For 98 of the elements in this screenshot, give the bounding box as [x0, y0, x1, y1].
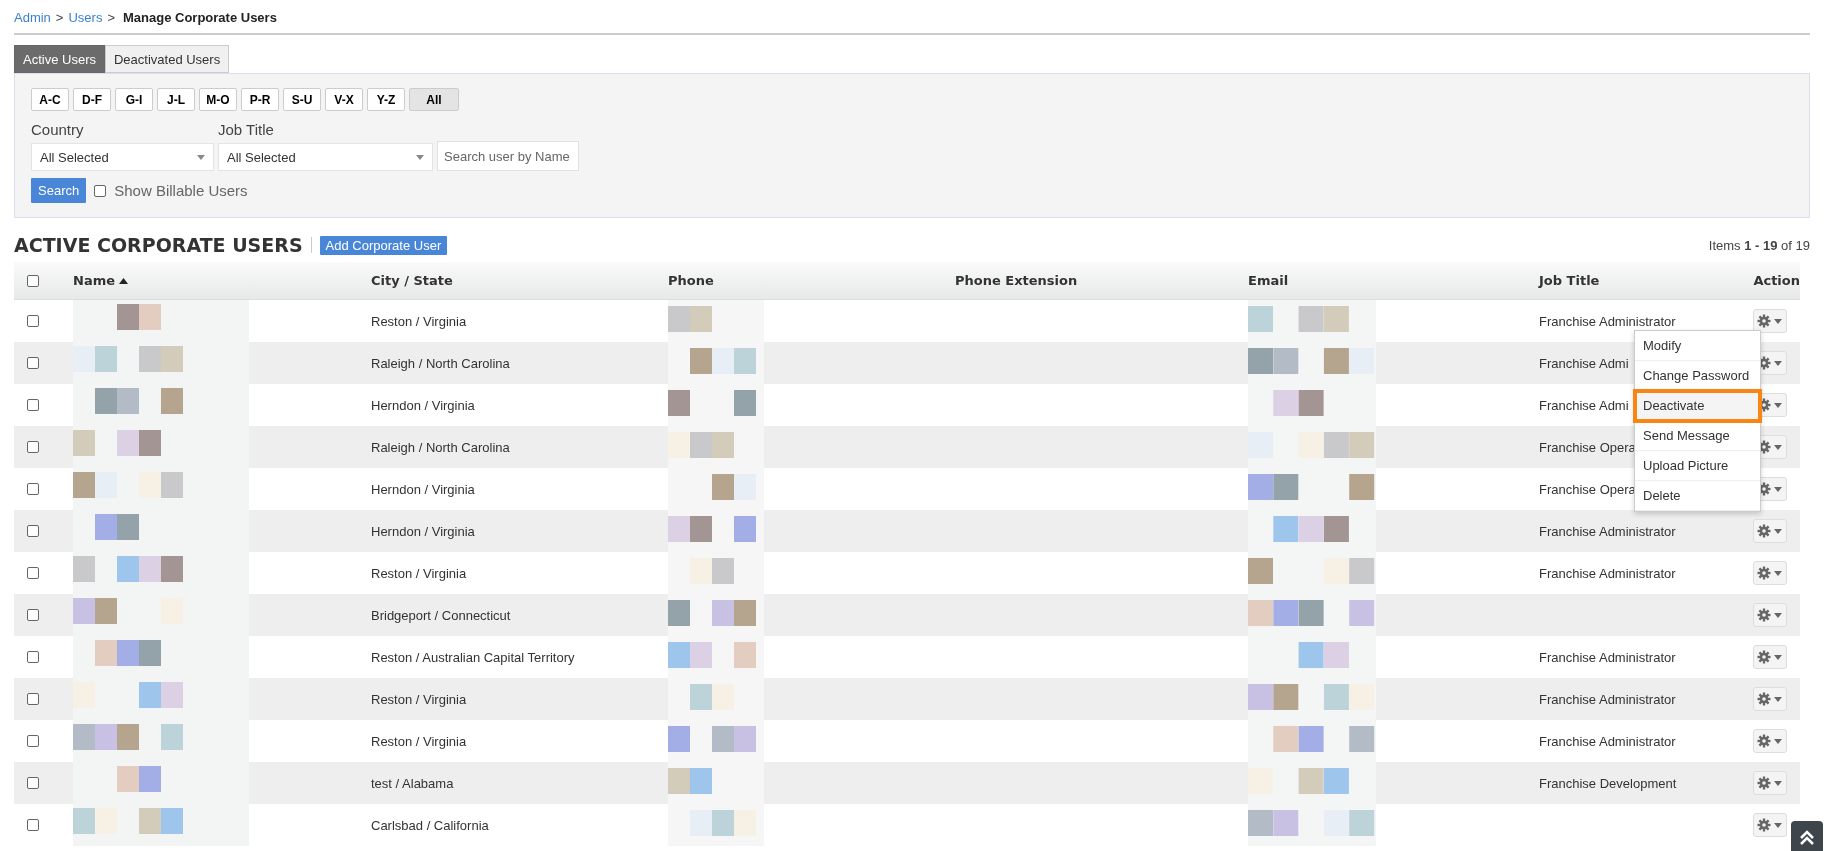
tab[interactable]: Deactivated Users	[104, 45, 230, 73]
section-title: ACTIVE CORPORATE USERS	[14, 234, 303, 256]
row-checkbox[interactable]	[27, 399, 39, 411]
breadcrumb-link[interactable]: Admin	[14, 10, 51, 25]
search-button[interactable]: Search	[31, 178, 87, 203]
menu-item[interactable]: Upload Picture	[1635, 451, 1760, 481]
double-chevron-up-icon	[1799, 830, 1815, 846]
city-state-cell: Reston / Virginia	[371, 313, 467, 329]
gear-icon	[1757, 818, 1783, 832]
row-checkbox[interactable]	[27, 651, 39, 663]
action-menu-button[interactable]	[1753, 309, 1787, 333]
column-header: Action	[1753, 273, 1800, 288]
job-title-cell: Franchise Administrator	[1539, 691, 1676, 707]
gear-icon	[1757, 734, 1783, 748]
row-checkbox[interactable]	[27, 441, 39, 453]
breadcrumb-link[interactable]: Users	[68, 10, 103, 25]
city-state-cell: test / Alabama	[371, 775, 454, 791]
action-menu-button[interactable]	[1753, 645, 1787, 669]
action-menu-button[interactable]	[1753, 519, 1787, 543]
add-user-button[interactable]: Add Corporate User	[319, 235, 448, 255]
menu-item[interactable]: Deactivate	[1635, 391, 1760, 421]
breadcrumb-separator: >	[107, 10, 115, 25]
breadcrumb-separator: >	[55, 10, 64, 25]
menu-item[interactable]: Delete	[1635, 481, 1760, 511]
column-header: Phone	[668, 273, 714, 288]
country-select[interactable]: All Selected	[31, 143, 214, 171]
menu-item[interactable]: Send Message	[1635, 421, 1760, 451]
job-title-cell: Franchise Admi	[1539, 397, 1629, 413]
row-checkbox[interactable]	[27, 693, 39, 705]
action-menu-button[interactable]	[1753, 687, 1787, 711]
job-title-cell: Franchise Administrator	[1539, 733, 1676, 749]
letter-filter-button[interactable]: D-F	[73, 88, 111, 111]
column-header: City / State	[371, 273, 453, 288]
job-title-label: Job Title	[218, 121, 275, 138]
job-title-cell: Franchise Admi	[1539, 355, 1629, 371]
row-checkbox[interactable]	[27, 777, 39, 789]
row-checkbox[interactable]	[27, 483, 39, 495]
gear-icon	[1757, 776, 1783, 790]
menu-item[interactable]: Modify	[1635, 331, 1760, 361]
scroll-to-top-button[interactable]	[1791, 821, 1823, 851]
gear-icon	[1757, 650, 1783, 664]
select-all-checkbox[interactable]	[27, 274, 39, 287]
action-menu-button[interactable]	[1753, 561, 1787, 585]
job-title-cell: Franchise Administrator	[1539, 565, 1676, 581]
action-menu-button[interactable]	[1753, 771, 1787, 795]
row-checkbox[interactable]	[27, 525, 39, 537]
action-menu-button[interactable]	[1753, 729, 1787, 753]
search-field[interactable]: Search user by Name	[437, 141, 579, 171]
city-state-cell: Reston / Virginia	[371, 733, 467, 749]
city-state-cell: Bridgeport / Connecticut	[371, 607, 511, 623]
caret-icon	[197, 154, 205, 160]
column-header[interactable]: Name	[73, 273, 115, 288]
city-state-cell: Raleigh / North Carolina	[371, 355, 510, 371]
city-state-cell: Herndon / Virginia	[371, 481, 475, 497]
action-menu-button[interactable]	[1753, 603, 1787, 627]
city-state-cell: Carlsbad / California	[371, 817, 489, 833]
city-state-cell: Herndon / Virginia	[371, 523, 475, 539]
country-label: Country	[31, 121, 85, 138]
letter-filter-button[interactable]: G-I	[115, 88, 153, 111]
items-count: Items 1 - 19 of 19	[1708, 237, 1810, 253]
letter-filter-button[interactable]: M-O	[199, 88, 237, 111]
job-title-cell: Franchise Development	[1539, 775, 1677, 791]
gear-icon	[1757, 314, 1783, 328]
city-state-cell: Reston / Virginia	[371, 565, 467, 581]
tab[interactable]: Active Users	[14, 45, 105, 73]
city-state-cell: Reston / Virginia	[371, 691, 467, 707]
letter-filter-button[interactable]: All	[409, 88, 459, 111]
column-header: Email	[1248, 273, 1289, 288]
city-state-cell: Herndon / Virginia	[371, 397, 475, 413]
job-title-select[interactable]: All Selected	[218, 143, 433, 171]
job-title-cell: Franchise Administrator	[1539, 523, 1676, 539]
column-header: Phone Extension	[955, 273, 1078, 288]
job-title-cell: Franchise Administrator	[1539, 649, 1676, 665]
city-state-cell: Raleigh / North Carolina	[371, 439, 510, 455]
gear-icon	[1757, 608, 1783, 622]
row-checkbox[interactable]	[27, 609, 39, 621]
city-state-cell: Reston / Australian Capital Territory	[371, 649, 575, 665]
action-menu-button[interactable]	[1753, 813, 1787, 837]
gear-icon	[1757, 566, 1783, 580]
column-header: Job Title	[1539, 273, 1600, 288]
letter-filter-button[interactable]: S-U	[283, 88, 321, 111]
caret-icon	[416, 154, 424, 160]
row-checkbox[interactable]	[27, 819, 39, 831]
letter-filter-button[interactable]: Y-Z	[367, 88, 405, 111]
row-checkbox[interactable]	[27, 357, 39, 369]
letter-filter-button[interactable]: P-R	[241, 88, 279, 111]
gear-icon	[1757, 692, 1783, 706]
gear-icon	[1757, 524, 1783, 538]
letter-filter-button[interactable]: A-C	[31, 88, 69, 111]
letter-filter-button[interactable]: V-X	[325, 88, 363, 111]
breadcrumb-current: Manage Corporate Users	[123, 10, 277, 25]
letter-filter-button[interactable]: J-L	[157, 88, 195, 111]
row-checkbox[interactable]	[27, 315, 39, 327]
row-checkbox[interactable]	[27, 735, 39, 747]
job-title-cell: Franchise Administrator	[1539, 313, 1676, 329]
billable-label: Show Billable Users	[114, 182, 248, 199]
row-checkbox[interactable]	[27, 567, 39, 579]
billable-checkbox[interactable]	[94, 184, 107, 197]
